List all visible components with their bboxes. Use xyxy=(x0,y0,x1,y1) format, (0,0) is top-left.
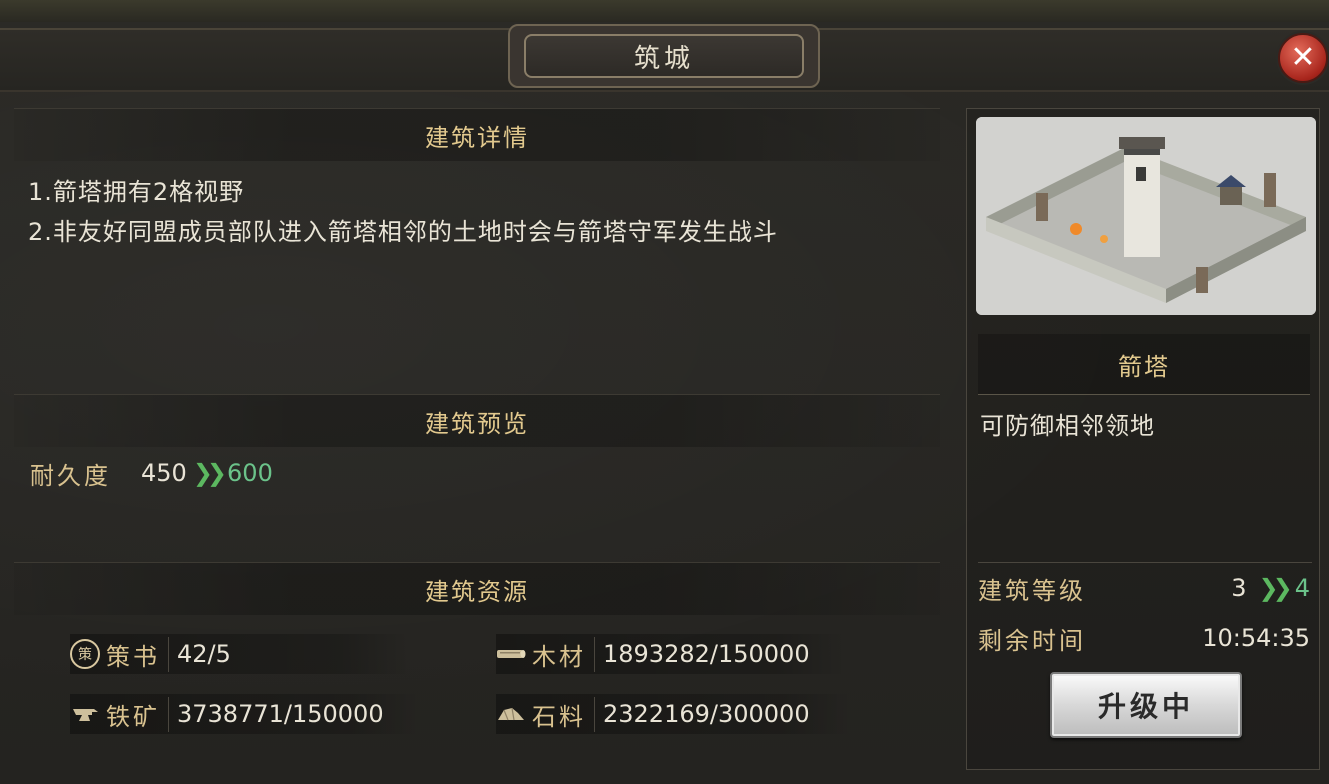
durability-label: 耐久度 xyxy=(30,461,111,490)
resource-item-stone: 石料 2322169/300000 xyxy=(496,694,852,734)
preview-heading: 建筑预览 xyxy=(14,394,940,447)
resource-value: 3738771/150000 xyxy=(177,700,384,728)
resource-item-iron: 铁矿 3738771/150000 xyxy=(70,694,420,734)
title-plate: 筑城 xyxy=(508,24,820,88)
building-level-label: 建筑等级 xyxy=(978,576,1086,605)
remaining-time-row: 剩余时间 10:54:35 xyxy=(978,620,1310,656)
double-arrow-icon: ❯❯ xyxy=(1258,574,1293,602)
scroll-badge-icon: 策 xyxy=(70,639,100,669)
divider xyxy=(978,562,1312,563)
resource-value: 1893282/150000 xyxy=(603,640,810,668)
resource-item-scroll: 策 策书 42/5 xyxy=(70,634,410,674)
durability-row: 耐久度 450 ❯❯ 600 xyxy=(30,456,273,490)
top-map-strip xyxy=(0,0,1329,22)
detail-description: 1.箭塔拥有2格视野 2.非友好同盟成员部队进入箭塔相邻的土地时会与箭塔守军发生… xyxy=(28,172,938,252)
stone-icon xyxy=(496,699,526,729)
resource-label: 石料 xyxy=(532,696,595,732)
remaining-time-value: 10:54:35 xyxy=(1202,624,1310,652)
detail-line: 2.非友好同盟成员部队进入箭塔相邻的土地时会与箭塔守军发生战斗 xyxy=(28,218,778,246)
double-arrow-icon: ❯❯ xyxy=(192,459,227,487)
building-name: 箭塔 xyxy=(978,334,1310,395)
resource-label: 铁矿 xyxy=(106,696,169,732)
detail-line: 1.箭塔拥有2格视野 xyxy=(28,178,245,206)
window-title: 筑城 xyxy=(524,34,804,78)
building-level-current: 3 xyxy=(1231,574,1247,602)
wood-icon xyxy=(496,639,526,669)
durability-next: 600 xyxy=(227,459,273,487)
resource-value: 2322169/300000 xyxy=(603,700,810,728)
arrow-tower-image xyxy=(976,117,1316,315)
resource-label: 木材 xyxy=(532,636,595,672)
close-button[interactable]: ✕ xyxy=(1278,33,1328,83)
resource-value: 42/5 xyxy=(177,640,231,668)
building-level-row: 建筑等级 3 ❯❯ 4 xyxy=(978,570,1310,606)
detail-heading: 建筑详情 xyxy=(14,108,940,161)
resources-heading: 建筑资源 xyxy=(14,562,940,615)
remaining-time-label: 剩余时间 xyxy=(978,626,1086,655)
resource-item-wood: 木材 1893282/150000 xyxy=(496,634,846,674)
building-description: 可防御相邻领地 xyxy=(980,412,1155,440)
close-icon: ✕ xyxy=(1290,40,1316,75)
upgrading-button[interactable]: 升级中 xyxy=(1050,672,1242,738)
anvil-icon xyxy=(70,699,100,729)
durability-current: 450 xyxy=(141,459,187,487)
building-level-next: 4 xyxy=(1294,574,1310,602)
resource-label: 策书 xyxy=(106,636,169,672)
